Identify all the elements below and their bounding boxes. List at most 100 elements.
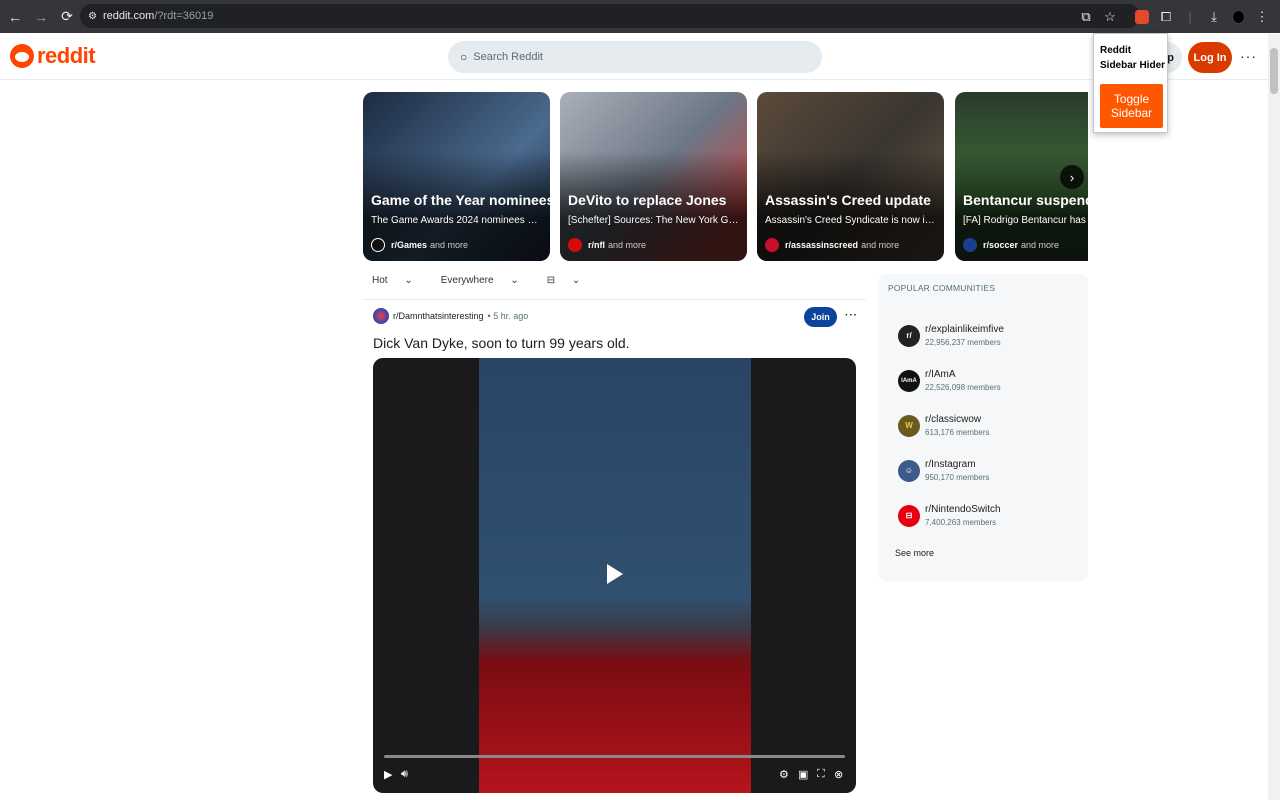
community-members: 7,400,263 members xyxy=(925,518,997,527)
community-avatar-icon: W xyxy=(898,414,920,437)
community-avatar-icon: IAmA xyxy=(898,369,920,392)
scope-dropdown[interactable]: Everywhere ⌄ xyxy=(441,275,533,286)
card-title: DeVito to replace Jones xyxy=(568,192,727,208)
community-avatar-icon: ⊟ xyxy=(898,504,920,527)
address-bar[interactable]: ⚙ reddit.com/?rdt=36019 xyxy=(80,4,1140,28)
post-meta: r/Damnthatsinteresting • 5 hr. ago xyxy=(373,308,528,324)
community-members: 22,956,237 members xyxy=(925,338,1001,347)
back-icon[interactable]: ← xyxy=(3,5,27,29)
video-progress-bar[interactable] xyxy=(384,755,845,758)
card-title: Assassin's Creed update xyxy=(765,192,931,208)
settings-gear-icon[interactable]: ⚙ xyxy=(779,768,789,781)
see-more-link[interactable]: See more xyxy=(895,548,934,558)
profile-avatar-icon[interactable] xyxy=(1226,5,1250,29)
picture-in-picture-icon[interactable]: ▣ xyxy=(798,768,808,781)
toggle-label-2: Sidebar xyxy=(1110,106,1153,120)
card-subtitle: [FA] Rodrigo Bentancur has bee xyxy=(963,215,1088,226)
reload-icon[interactable]: ⟳ xyxy=(55,5,79,29)
scope-label: Everywhere xyxy=(440,275,494,286)
card-more: and more xyxy=(430,240,469,250)
community-item[interactable]: ⊟ r/NintendoSwitch 7,400,263 members xyxy=(898,504,1001,527)
sidebar-heading: POPULAR COMMUNITIES xyxy=(888,283,996,293)
toolbar-separator: | xyxy=(1188,9,1192,24)
community-members: 613,176 members xyxy=(925,428,990,437)
community-item[interactable]: ☺ r/Instagram 950,170 members xyxy=(898,459,989,482)
view-layout-dropdown[interactable]: ⊟ ⌄ xyxy=(547,275,595,286)
forward-icon[interactable]: → xyxy=(29,5,53,29)
popup-title-line1: Reddit xyxy=(1100,45,1132,56)
layout-card-icon: ⊟ xyxy=(546,275,556,286)
video-controls: ▶ 🔊︎ ⚙ ▣ ⛶ ⊗ xyxy=(373,768,856,784)
toggle-label-1: Toggle xyxy=(1113,92,1150,106)
browser-toolbar: ← → ⟳ ⚙ reddit.com/?rdt=36019 ⧉ ☆ ⧠ | ⤓ … xyxy=(0,0,1280,33)
chevron-down-icon: ⌄ xyxy=(571,275,581,286)
reddit-header: reddit ○ Search Reddit p Log In ··· xyxy=(0,34,1268,80)
community-item[interactable]: r/ r/explainlikeimfive 22,956,237 members xyxy=(898,324,1004,347)
join-label: Join xyxy=(811,312,830,322)
subreddit-avatar-icon[interactable] xyxy=(373,308,389,324)
community-item[interactable]: IAmA r/IAmA 22,526,098 members xyxy=(898,369,1001,392)
video-player[interactable]: ▶ 🔊︎ ⚙ ▣ ⛶ ⊗ xyxy=(373,358,856,793)
card-footer: r/assassinscreed and more xyxy=(765,238,899,252)
scrollbar-thumb[interactable] xyxy=(1270,48,1278,94)
page-scrollbar[interactable] xyxy=(1268,34,1280,800)
search-icon: ○ xyxy=(460,50,468,64)
play-small-icon[interactable]: ▶ xyxy=(384,768,392,781)
chevron-down-icon: ⌄ xyxy=(510,275,519,286)
post-time-value: 5 hr. ago xyxy=(493,311,529,321)
logo-text: reddit xyxy=(37,43,96,68)
subreddit-avatar-icon xyxy=(568,238,582,252)
search-input[interactable]: ○ Search Reddit xyxy=(448,41,822,73)
card-more: and more xyxy=(1021,240,1060,250)
post-subreddit-link[interactable]: r/Damnthatsinteresting xyxy=(393,311,484,321)
site-info-icon[interactable]: ⚙ xyxy=(88,11,97,22)
extension-reddit-icon[interactable] xyxy=(1130,5,1154,29)
popup-title-line2: Sidebar Hider xyxy=(1100,60,1166,71)
carousel-card[interactable]: Assassin's Creed update Assassin's Creed… xyxy=(757,92,944,261)
card-shade xyxy=(363,92,550,261)
card-subtitle: The Game Awards 2024 nominees anno... xyxy=(371,215,543,226)
search-placeholder: Search Reddit xyxy=(473,51,543,63)
feed-sort-bar: Hot ⌄ Everywhere ⌄ ⊟ ⌄ xyxy=(372,275,608,286)
community-avatar-icon: r/ xyxy=(898,324,920,347)
card-more: and more xyxy=(608,240,647,250)
join-button[interactable]: Join xyxy=(804,307,837,327)
community-item[interactable]: W r/classicwow 613,176 members xyxy=(898,414,989,437)
post-options-icon[interactable]: ··· xyxy=(845,310,858,321)
community-name: r/Instagram xyxy=(925,459,976,470)
community-name: r/explainlikeimfive xyxy=(925,324,1004,335)
play-icon[interactable] xyxy=(607,564,623,584)
carousel-card[interactable]: Game of the Year nominees The Game Award… xyxy=(363,92,550,261)
card-footer: r/Games and more xyxy=(371,238,468,252)
card-title: Game of the Year nominees xyxy=(371,192,550,208)
reddit-logo[interactable]: reddit xyxy=(10,43,96,69)
fullscreen-icon[interactable]: ⛶ xyxy=(817,768,825,781)
card-subtitle: Assassin's Creed Syndicate is now in 4k.… xyxy=(765,215,937,226)
more-options-icon[interactable]: ··· xyxy=(1240,48,1257,64)
captions-icon[interactable]: ⊗ xyxy=(834,768,843,781)
carousel-card[interactable]: DeVito to replace Jones [Schefter] Sourc… xyxy=(560,92,747,261)
sort-dropdown[interactable]: Hot ⌄ xyxy=(372,275,427,286)
popular-communities-sidebar: POPULAR COMMUNITIES r/ r/explainlikeimfi… xyxy=(878,274,1088,581)
login-button[interactable]: Log In xyxy=(1188,42,1232,73)
card-subreddit: r/assassinscreed xyxy=(785,240,859,250)
post-time: • 5 hr. ago xyxy=(487,311,529,321)
browser-menu-icon[interactable]: ⋮ xyxy=(1250,5,1274,29)
extensions-puzzle-icon[interactable]: ⧠ xyxy=(1154,5,1178,29)
carousel-next-icon[interactable]: › xyxy=(1060,165,1084,189)
bookmark-star-icon[interactable]: ☆ xyxy=(1098,5,1122,29)
subreddit-avatar-icon xyxy=(963,238,977,252)
community-name: r/NintendoSwitch xyxy=(925,504,1001,515)
community-name: r/classicwow xyxy=(925,414,982,425)
post-title[interactable]: Dick Van Dyke, soon to turn 99 years old… xyxy=(373,335,630,351)
volume-icon[interactable]: 🔊︎ xyxy=(401,768,408,781)
community-members: 950,170 members xyxy=(925,473,990,482)
community-name: r/IAmA xyxy=(925,369,956,380)
card-footer: r/soccer and more xyxy=(963,238,1059,252)
subreddit-avatar-icon xyxy=(765,238,779,252)
login-label: Log In xyxy=(1193,51,1227,64)
install-app-icon[interactable]: ⧉ xyxy=(1074,5,1098,29)
toggle-sidebar-button[interactable]: Toggle Sidebar xyxy=(1100,84,1163,128)
popup-title: Reddit Sidebar Hider xyxy=(1100,43,1165,73)
download-icon[interactable]: ⤓ xyxy=(1202,5,1226,29)
